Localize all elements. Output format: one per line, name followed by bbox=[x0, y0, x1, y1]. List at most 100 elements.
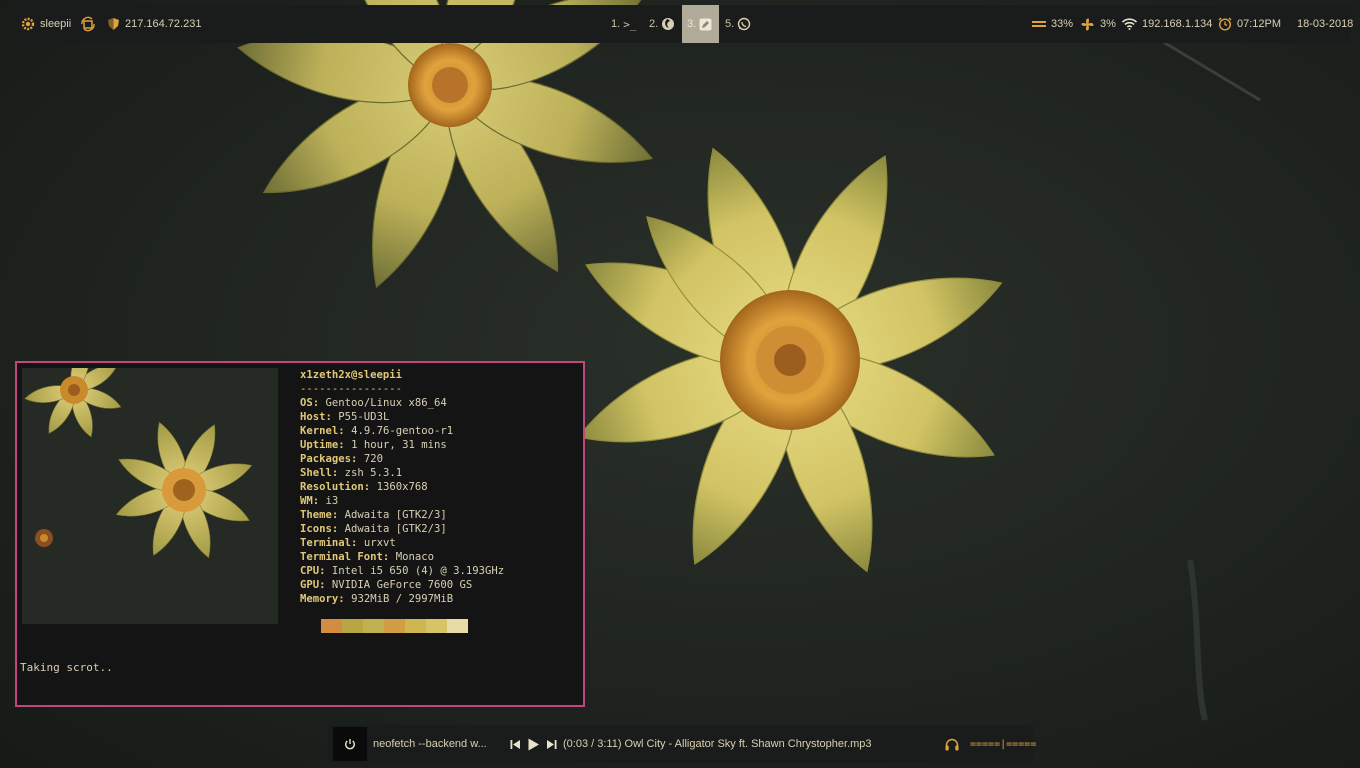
public-ip: 217.164.72.231 bbox=[125, 18, 202, 30]
info-row: Shell: zsh 5.3.1 bbox=[300, 467, 403, 479]
volume-slider[interactable]: =====|===== bbox=[970, 725, 1036, 763]
palette-swatch bbox=[405, 619, 426, 633]
info-row: OS: Gentoo/Linux x86_64 bbox=[300, 397, 447, 409]
info-key: GPU bbox=[300, 579, 320, 591]
color-palette bbox=[321, 619, 468, 633]
info-row: Icons: Adwaita [GTK2/3] bbox=[300, 523, 447, 535]
workspace-5[interactable]: 5. bbox=[720, 5, 756, 43]
info-value: Adwaita [GTK2/3] bbox=[344, 523, 447, 535]
play-icon[interactable] bbox=[527, 738, 540, 751]
info-key: Theme bbox=[300, 509, 332, 521]
palette-swatch bbox=[321, 619, 342, 633]
bottom-status-bar: neofetch --backend w... (0:03 / 3:11) Ow… bbox=[328, 725, 1036, 763]
info-key: Packages bbox=[300, 453, 352, 465]
info-value: 1 hour, 31 mins bbox=[351, 439, 447, 451]
separator: ---------------- bbox=[300, 383, 403, 395]
memory-block: 33% bbox=[1032, 5, 1073, 43]
shield-icon bbox=[108, 18, 119, 30]
fan-icon bbox=[1081, 17, 1094, 31]
previous-track-icon[interactable] bbox=[510, 739, 521, 750]
info-row: Uptime: 1 hour, 31 mins bbox=[300, 439, 447, 451]
info-row: Host: P55-UD3L bbox=[300, 411, 390, 423]
headphones-icon[interactable] bbox=[945, 725, 959, 763]
info-key: Memory bbox=[300, 593, 339, 605]
info-value: Gentoo/Linux x86_64 bbox=[325, 397, 447, 409]
info-row: Memory: 932MiB / 2997MiB bbox=[300, 593, 454, 605]
info-key: Uptime bbox=[300, 439, 339, 451]
info-value: 932MiB / 2997MiB bbox=[351, 593, 454, 605]
info-key: Terminal Font bbox=[300, 551, 383, 563]
info-row: CPU: Intel i5 650 (4) @ 3.193GHz bbox=[300, 565, 505, 577]
info-row: Kernel: 4.9.76-gentoo-r1 bbox=[300, 425, 454, 437]
wifi-icon bbox=[1122, 18, 1137, 30]
local-ip: 192.168.1.134 bbox=[1142, 18, 1213, 30]
workspace-1-label: 1. bbox=[611, 18, 621, 30]
alarm-clock-icon bbox=[1218, 17, 1232, 31]
info-value: 720 bbox=[363, 453, 383, 465]
info-key: CPU bbox=[300, 565, 320, 577]
info-row: Terminal Font: Monaco bbox=[300, 551, 434, 563]
info-row: Theme: Adwaita [GTK2/3] bbox=[300, 509, 447, 521]
palette-swatch bbox=[363, 619, 384, 633]
hostname-label: sleepii bbox=[40, 18, 72, 30]
gear-icon bbox=[21, 17, 35, 31]
user-at-host: x1zeth2x@sleepii bbox=[300, 369, 403, 381]
info-value: 1360x768 bbox=[376, 481, 428, 493]
info-key: WM bbox=[300, 495, 313, 507]
workspace-2[interactable]: 2. bbox=[644, 5, 680, 43]
power-button[interactable] bbox=[333, 727, 367, 761]
power-icon bbox=[345, 739, 355, 750]
workspace-5-label: 5. bbox=[725, 18, 735, 30]
info-value: zsh 5.3.1 bbox=[344, 467, 403, 479]
info-row: WM: i3 bbox=[300, 495, 339, 507]
info-key: Host bbox=[300, 411, 326, 423]
clock-date: 18-03-2018 bbox=[1297, 18, 1354, 30]
info-row: Packages: 720 bbox=[300, 453, 383, 465]
system-info: x1zeth2x@sleepii ---------------- OS: Ge… bbox=[300, 368, 504, 606]
terminal-output-line: Taking scrot.. bbox=[20, 661, 113, 674]
info-value: urxvt bbox=[363, 537, 396, 549]
workspace-3-label: 3. bbox=[687, 18, 697, 30]
cpu-usage: 3% bbox=[1100, 18, 1116, 30]
info-row: GPU: NVIDIA GeForce 7600 GS bbox=[300, 579, 473, 591]
info-value: 4.9.76-gentoo-r1 bbox=[351, 425, 454, 437]
pencil-icon bbox=[699, 18, 712, 30]
info-value: Adwaita [GTK2/3] bbox=[344, 509, 447, 521]
next-track-icon[interactable] bbox=[546, 739, 557, 750]
workspace-1[interactable]: 1. >_ bbox=[606, 5, 641, 43]
info-value: P55-UD3L bbox=[338, 411, 390, 423]
workspace-3[interactable]: 3. bbox=[682, 5, 719, 43]
terminal-icon: >_ bbox=[623, 17, 637, 31]
memory-icon bbox=[1032, 21, 1046, 27]
info-key: Resolution bbox=[300, 481, 364, 493]
public-ip-block: 217.164.72.231 bbox=[107, 5, 201, 43]
palette-swatch bbox=[426, 619, 447, 633]
info-value: NVIDIA GeForce 7600 GS bbox=[331, 579, 473, 591]
info-value: Monaco bbox=[395, 551, 434, 563]
clock-time: 07:12PM bbox=[1237, 18, 1282, 30]
palette-swatch bbox=[384, 619, 405, 633]
palette-swatch bbox=[342, 619, 363, 633]
network-block: 192.168.1.134 bbox=[1122, 5, 1212, 43]
top-status-bar: sleepii 217.164.72.231 1. >_ 2. 3. 5. 33… bbox=[14, 5, 1353, 43]
clock-block: 07:12PM 18-03-2018 bbox=[1218, 5, 1353, 43]
cpu-block: 3% bbox=[1080, 5, 1116, 43]
info-key: Shell bbox=[300, 467, 332, 479]
terminal-window[interactable]: x1zeth2x@sleepii ---------------- OS: Ge… bbox=[15, 361, 585, 707]
neofetch-image bbox=[22, 368, 278, 624]
window-title[interactable]: neofetch --backend w... bbox=[373, 725, 487, 763]
info-value: i3 bbox=[325, 495, 339, 507]
info-key: Icons bbox=[300, 523, 332, 535]
whatsapp-icon bbox=[737, 17, 751, 31]
memory-usage: 33% bbox=[1051, 18, 1074, 30]
info-row: Resolution: 1360x768 bbox=[300, 481, 428, 493]
palette-swatch bbox=[447, 619, 468, 633]
hostname-block: sleepii bbox=[21, 5, 71, 43]
vpn-toggle[interactable] bbox=[80, 5, 96, 43]
info-key: Kernel bbox=[300, 425, 339, 437]
info-row: Terminal: urxvt bbox=[300, 537, 396, 549]
vpn-icon bbox=[81, 16, 95, 32]
media-controls bbox=[510, 725, 557, 763]
firefox-icon bbox=[662, 18, 675, 30]
now-playing: (0:03 / 3:11) Owl City - Alligator Sky f… bbox=[563, 738, 872, 750]
